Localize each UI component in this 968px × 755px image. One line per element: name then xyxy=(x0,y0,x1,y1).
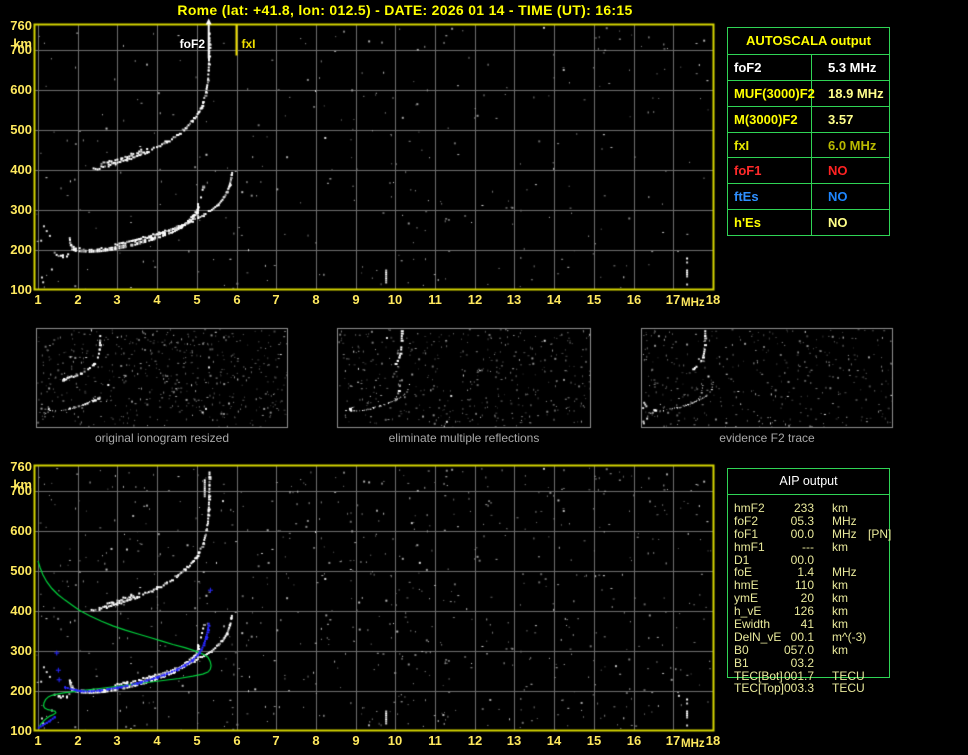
autoscala-parameter-label: ftEs xyxy=(728,184,812,210)
aip-row: foF1 00.0 MHz [PN] xyxy=(728,526,892,541)
aip-parameter-unit: MHz xyxy=(832,513,857,528)
autoscala-row: h'Es NO xyxy=(728,210,889,236)
aip-parameter-value: 057.0 xyxy=(783,642,814,657)
aip-parameter-unit: MHz xyxy=(832,526,857,541)
aip-parameter-value: 00.0 xyxy=(790,526,814,541)
aip-table-header: AIP output xyxy=(728,469,889,495)
aip-parameter-value: 03.2 xyxy=(790,655,814,670)
aip-parameter-unit: TECU xyxy=(832,681,865,696)
aip-row: foF2 05.3 MHz xyxy=(728,513,891,528)
autoscala-parameter-label: foF1 xyxy=(728,158,812,184)
aip-parameter-value: 05.3 xyxy=(790,513,814,528)
aip-row: B1 03.2 xyxy=(728,655,891,670)
aip-row: hmF2 233 km xyxy=(728,502,891,515)
autoscala-row: M(3000)F2 3.57 xyxy=(728,106,889,133)
autoscala-row: foF2 5.3 MHz xyxy=(728,55,889,81)
aip-parameter-unit: km xyxy=(832,539,848,554)
page-title: Rome (lat: +41.8, lon: 012.5) - DATE: 20… xyxy=(177,2,633,18)
thumbnail-caption: original ionogram resized xyxy=(94,431,230,445)
autoscala-row: fxI 6.0 MHz xyxy=(728,132,889,159)
aip-parameter-unit: m^(-3) xyxy=(832,629,867,644)
aip-row: TEC[Top] 003.3 TECU xyxy=(728,682,891,695)
autoscala-row: MUF(3000)F2 18.9 MHz xyxy=(728,80,889,107)
autoscala-parameter-label: fxI xyxy=(728,132,812,158)
autoscala-parameter-value: NO xyxy=(828,189,848,205)
autoscala-row: foF1 NO xyxy=(728,158,889,185)
aip-parameter-label: B1 xyxy=(734,655,749,670)
autoscala-window: Rome (lat: +41.8, lon: 012.5) - DATE: 20… xyxy=(0,0,968,755)
autoscala-parameter-value: 3.57 xyxy=(828,111,854,127)
aip-parameter-note: [PN] xyxy=(868,526,892,541)
aip-parameter-value: 41 xyxy=(800,617,814,632)
autoscala-table-rows: foF2 5.3 MHz MUF(3000)F2 18.9 MHz M(3000)F2 3… xyxy=(728,55,889,236)
aip-parameter-value: 00.1 xyxy=(790,629,814,644)
aip-row: hmF1 --- km xyxy=(728,539,891,554)
aip-parameter-value: --- xyxy=(802,539,814,554)
autoscala-output-table: AUTOSCALA output foF2 5.3 MHz MUF(3000)F2 1… xyxy=(727,27,890,236)
aip-table-rows: hmF2 233 km foF2 05.3 MHz foF1 00.0 MHz [PN] hmF1-… xyxy=(728,502,891,695)
aip-row: B0 057.0 km xyxy=(728,642,891,657)
aip-parameter-value: 233 xyxy=(793,501,814,515)
autoscala-parameter-value: 6.0 MHz xyxy=(828,137,877,153)
thumbnail-caption: evidence F2 trace xyxy=(719,431,815,445)
aip-parameter-label: B0 xyxy=(734,642,749,657)
autoscala-parameter-label: h'Es xyxy=(728,210,812,236)
autoscala-row: ftEs NO xyxy=(728,184,889,211)
autoscala-parameter-label: MUF(3000)F2 xyxy=(728,80,815,106)
autoscala-parameter-label: M(3000)F2 xyxy=(728,106,812,132)
autoscala-parameter-value: NO xyxy=(828,163,848,179)
aip-parameter-unit: km xyxy=(832,501,848,515)
aip-row: Ewidth 41 km xyxy=(728,618,891,631)
autoscala-parameter-value: 18.9 MHz xyxy=(828,85,884,101)
aip-parameter-value: 003.3 xyxy=(783,681,814,696)
aip-output-table: AIP output hmF2 233 km foF2 05.3 MHz foF1 00.0 M… xyxy=(727,468,891,695)
autoscala-parameter-value: NO xyxy=(828,215,848,231)
aip-parameter-unit: km xyxy=(832,642,848,657)
autoscala-table-header: AUTOSCALA output xyxy=(728,28,889,55)
autoscala-parameter-label: foF2 xyxy=(728,55,812,80)
thumbnail-caption: eliminate multiple reflections xyxy=(388,431,540,445)
autoscala-parameter-value: 5.3 MHz xyxy=(828,59,877,75)
aip-row: DelN_vE 00.1 m^(-3) xyxy=(728,631,891,644)
aip-parameter-unit: km xyxy=(832,617,848,632)
